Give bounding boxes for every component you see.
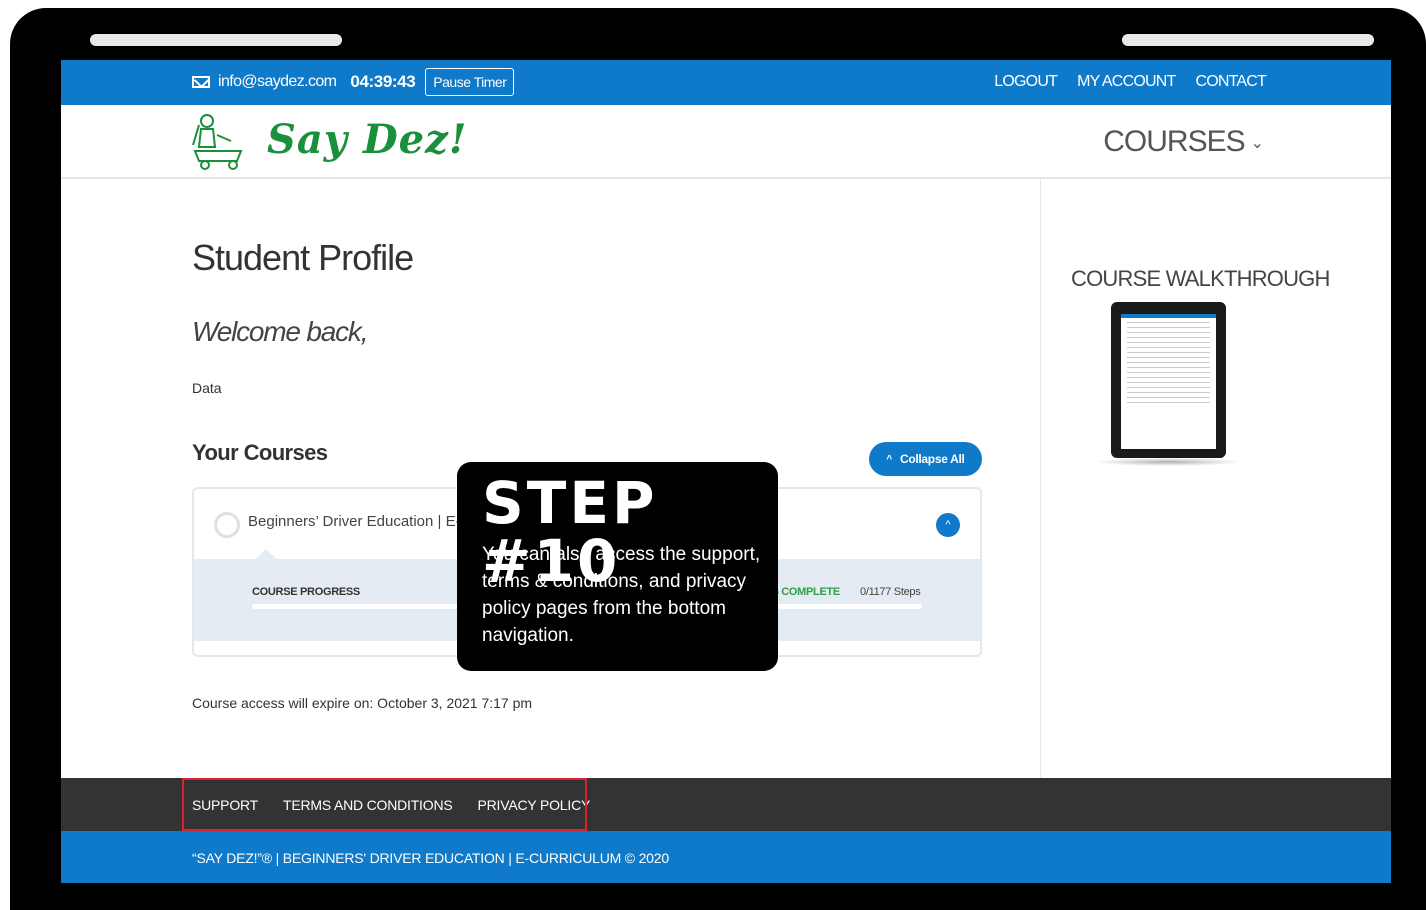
driver-mascot-icon	[192, 114, 243, 170]
your-courses-heading: Your Courses	[192, 440, 328, 465]
mail-icon	[192, 76, 210, 88]
device-speaker-left	[90, 34, 342, 46]
step-callout: STEP #10 You can also access the support…	[457, 462, 778, 671]
tablet-shadow	[1093, 458, 1243, 466]
pause-timer-button[interactable]: Pause Timer	[425, 68, 515, 96]
course-walkthrough-tablet-image[interactable]	[1111, 302, 1226, 458]
collapse-all-button[interactable]: ^ Collapse All	[869, 442, 982, 476]
chevron-down-icon: ⌄	[1250, 135, 1264, 153]
course-status-icon	[214, 512, 240, 538]
my-account-link[interactable]: MY ACCOUNT	[1077, 73, 1176, 91]
tablet-screen-preview	[1121, 314, 1216, 449]
copyright-text: “SAY DEZ!”® | BEGINNERS' DRIVER EDUCATIO…	[192, 850, 669, 866]
chevron-up-icon: ^	[945, 519, 951, 531]
welcome-message: Welcome back,	[192, 316, 368, 347]
say-dez-logo[interactable]: Say Dez!	[191, 111, 501, 171]
courses-menu-label: COURSES	[1103, 125, 1245, 158]
student-name: Data	[192, 380, 222, 396]
site-header: Say Dez! COURSES ⌄	[61, 105, 1391, 179]
contact-email[interactable]: info@saydez.com	[218, 73, 337, 91]
sidebar: COURSE WALKTHROUGH	[1040, 180, 1391, 778]
chevron-up-icon: ^	[886, 453, 892, 465]
progress-steps: 0/1177 Steps	[860, 586, 921, 598]
course-name[interactable]: Beginners’ Driver Education | E-C	[248, 513, 471, 530]
course-walkthrough-title: COURSE WALKTHROUGH	[1071, 266, 1330, 291]
course-timer: 04:39:43	[350, 72, 416, 91]
callout-text: You can also access the support, terms &…	[482, 544, 761, 646]
collapse-all-label: Collapse All	[899, 452, 965, 466]
footer-nav: SUPPORT TERMS AND CONDITIONS PRIVACY POL…	[61, 778, 1391, 831]
footer-links-highlight	[182, 778, 587, 831]
device-speaker-right	[1122, 34, 1374, 46]
page-title: Student Profile	[192, 237, 414, 278]
course-progress-label: COURSE PROGRESS	[252, 586, 360, 598]
course-expand-button[interactable]: ^	[936, 513, 960, 537]
logo-wordmark: Say Dez!	[267, 116, 467, 163]
courses-menu[interactable]: COURSES ⌄	[1103, 125, 1264, 159]
footer-bottom: “SAY DEZ!”® | BEGINNERS' DRIVER EDUCATIO…	[61, 831, 1391, 883]
progress-percent: % COMPLETE	[769, 586, 840, 598]
logout-link[interactable]: LOGOUT	[994, 73, 1058, 91]
contact-link[interactable]: CONTACT	[1195, 73, 1266, 91]
top-bar: info@saydez.com 04:39:43 Pause Timer LOG…	[61, 60, 1391, 105]
course-expiry: Course access will expire on: October 3,…	[192, 695, 533, 711]
